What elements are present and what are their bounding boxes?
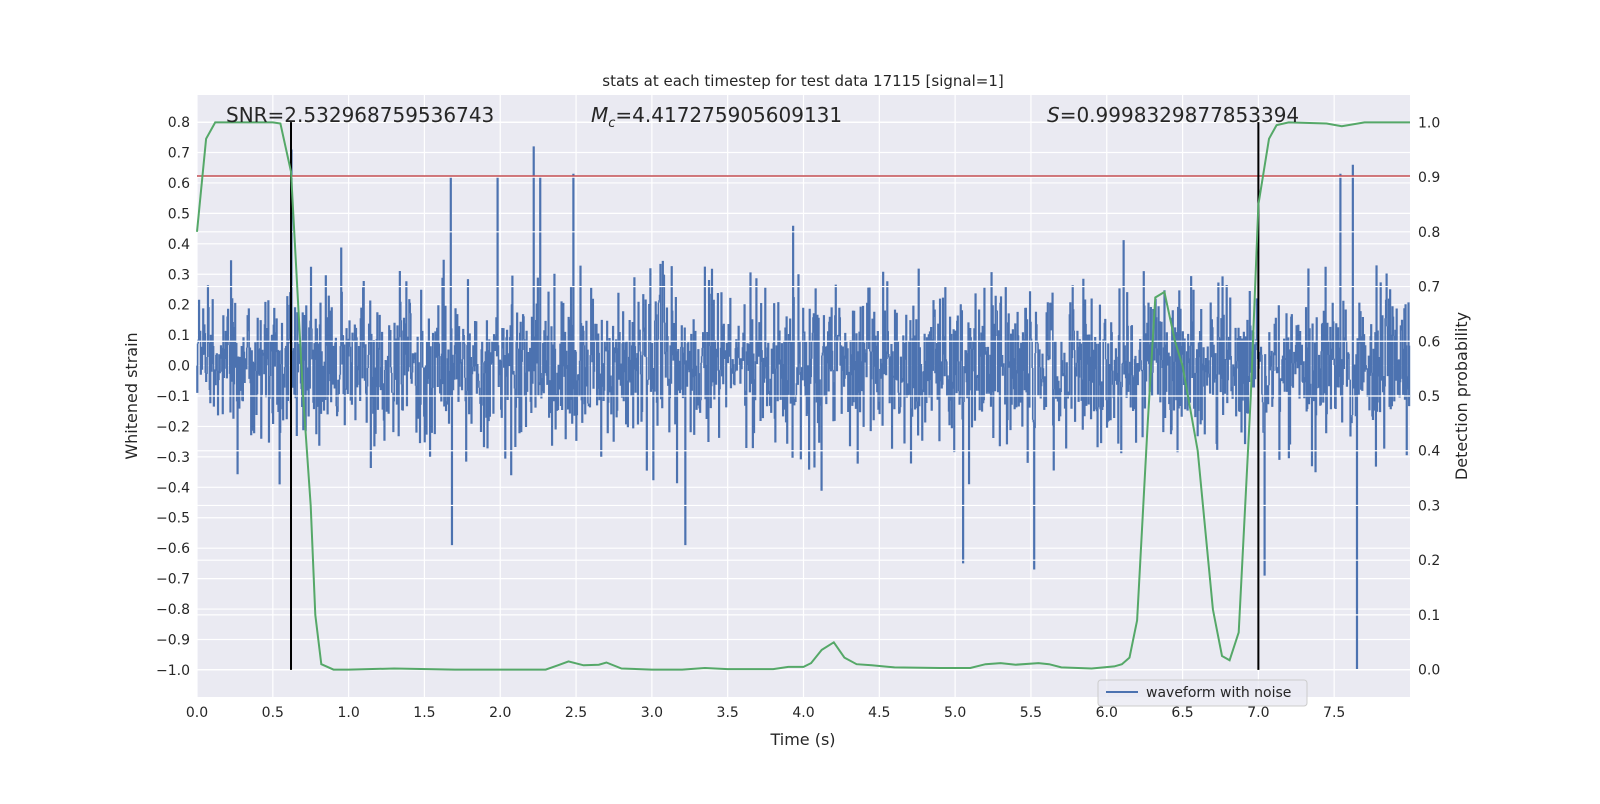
legend: waveform with noise: [1097, 679, 1308, 707]
chirp-mass-annotation: Mc=4.417275905609131: [591, 103, 842, 131]
x-tick-label: 3.0: [641, 705, 663, 721]
y-tick-label: 0.4: [168, 237, 190, 253]
y2-tick-label: 0.3: [1418, 498, 1440, 514]
y2-tick-label: 1.0: [1418, 115, 1440, 131]
snr-annotation: SNR=2.532968759536743: [226, 103, 494, 127]
x-tick-labels: 0.0 0.5 1.0 1.5 2.0 2.5 3.0 3.5 4.0 4.5 5.0 5.5 6.0 6…: [186, 705, 1345, 721]
y-tick-label: −0.2: [156, 419, 190, 435]
x-tick-label: 3.5: [717, 705, 739, 721]
y-tick-label: 0.5: [168, 206, 190, 222]
y2-tick-label: 0.4: [1418, 444, 1440, 460]
y2-tick-label: 0.6: [1418, 334, 1440, 350]
y-tick-label: 0.3: [168, 267, 190, 283]
y2-tick-label: 0.7: [1418, 280, 1440, 296]
y2-tick-label: 0.5: [1418, 389, 1440, 405]
y-tick-label: −0.3: [156, 450, 190, 466]
chart-title: stats at each timestep for test data 171…: [602, 72, 1003, 90]
x-tick-label: 4.0: [792, 705, 814, 721]
y2-tick-labels: 0.0 0.1 0.2 0.3 0.4 0.5 0.6 0.7 0.8 0.9 1.0: [1418, 115, 1440, 678]
x-tick-label: 0.5: [262, 705, 284, 721]
y-tick-label: −0.8: [156, 602, 190, 618]
x-tick-label: 5.5: [1020, 705, 1042, 721]
y-tick-label: −0.6: [156, 541, 190, 557]
y-axis-label: Whitened strain: [122, 332, 141, 459]
x-axis-label: Time (s): [769, 730, 835, 749]
x-tick-label: 0.0: [186, 705, 208, 721]
y-tick-label: 0.8: [168, 115, 190, 131]
mc-symbol: M: [591, 103, 608, 127]
y2-tick-label: 0.2: [1418, 553, 1440, 569]
y-tick-label: 0.6: [168, 176, 190, 192]
x-tick-label: 6.5: [1171, 705, 1193, 721]
y-tick-label: 0.1: [168, 328, 190, 344]
y-tick-label: −0.7: [156, 572, 190, 588]
y2-tick-label: 0.9: [1418, 170, 1440, 186]
x-tick-label: 1.0: [337, 705, 359, 721]
y-tick-label: −0.5: [156, 511, 190, 527]
s-value: =0.9998329877853394: [1060, 103, 1299, 127]
x-tick-label: 6.0: [1096, 705, 1118, 721]
x-tick-label: 4.5: [868, 705, 890, 721]
x-tick-label: 1.5: [413, 705, 435, 721]
y2-tick-label: 0.0: [1418, 663, 1440, 679]
x-tick-label: 5.0: [944, 705, 966, 721]
y-tick-labels: 0.8 0.7 0.6 0.5 0.4 0.3 0.2 0.1 0.0 −0.1 −0.2 −0.3 −…: [156, 115, 190, 679]
y2-tick-label: 0.1: [1418, 608, 1440, 624]
x-tick-label: 2.0: [489, 705, 511, 721]
y-tick-label: 0.2: [168, 298, 190, 314]
mc-subscript: c: [608, 116, 615, 131]
y-tick-label: −1.0: [156, 663, 190, 679]
chart: 0.0 0.5 1.0 1.5 2.0 2.5 3.0 3.5 4.0 4.5 5.0 5.5 6.0 6…: [122, 72, 1471, 749]
y2-tick-label: 0.8: [1418, 225, 1440, 241]
y-tick-label: 0.7: [168, 146, 190, 162]
x-tick-label: 7.0: [1247, 705, 1269, 721]
y-tick-label: −0.1: [156, 389, 190, 405]
y-tick-label: −0.9: [156, 632, 190, 648]
legend-label: waveform with noise: [1146, 685, 1291, 701]
x-tick-label: 7.5: [1323, 705, 1345, 721]
y-tick-label: −0.4: [156, 480, 190, 496]
mc-value: =4.417275905609131: [615, 103, 842, 127]
x-tick-label: 2.5: [565, 705, 587, 721]
score-annotation: S=0.9998329877853394: [1047, 103, 1299, 127]
y2-axis-label: Detection probability: [1452, 312, 1471, 480]
y-tick-label: 0.0: [168, 359, 190, 375]
s-symbol: S: [1047, 103, 1060, 127]
